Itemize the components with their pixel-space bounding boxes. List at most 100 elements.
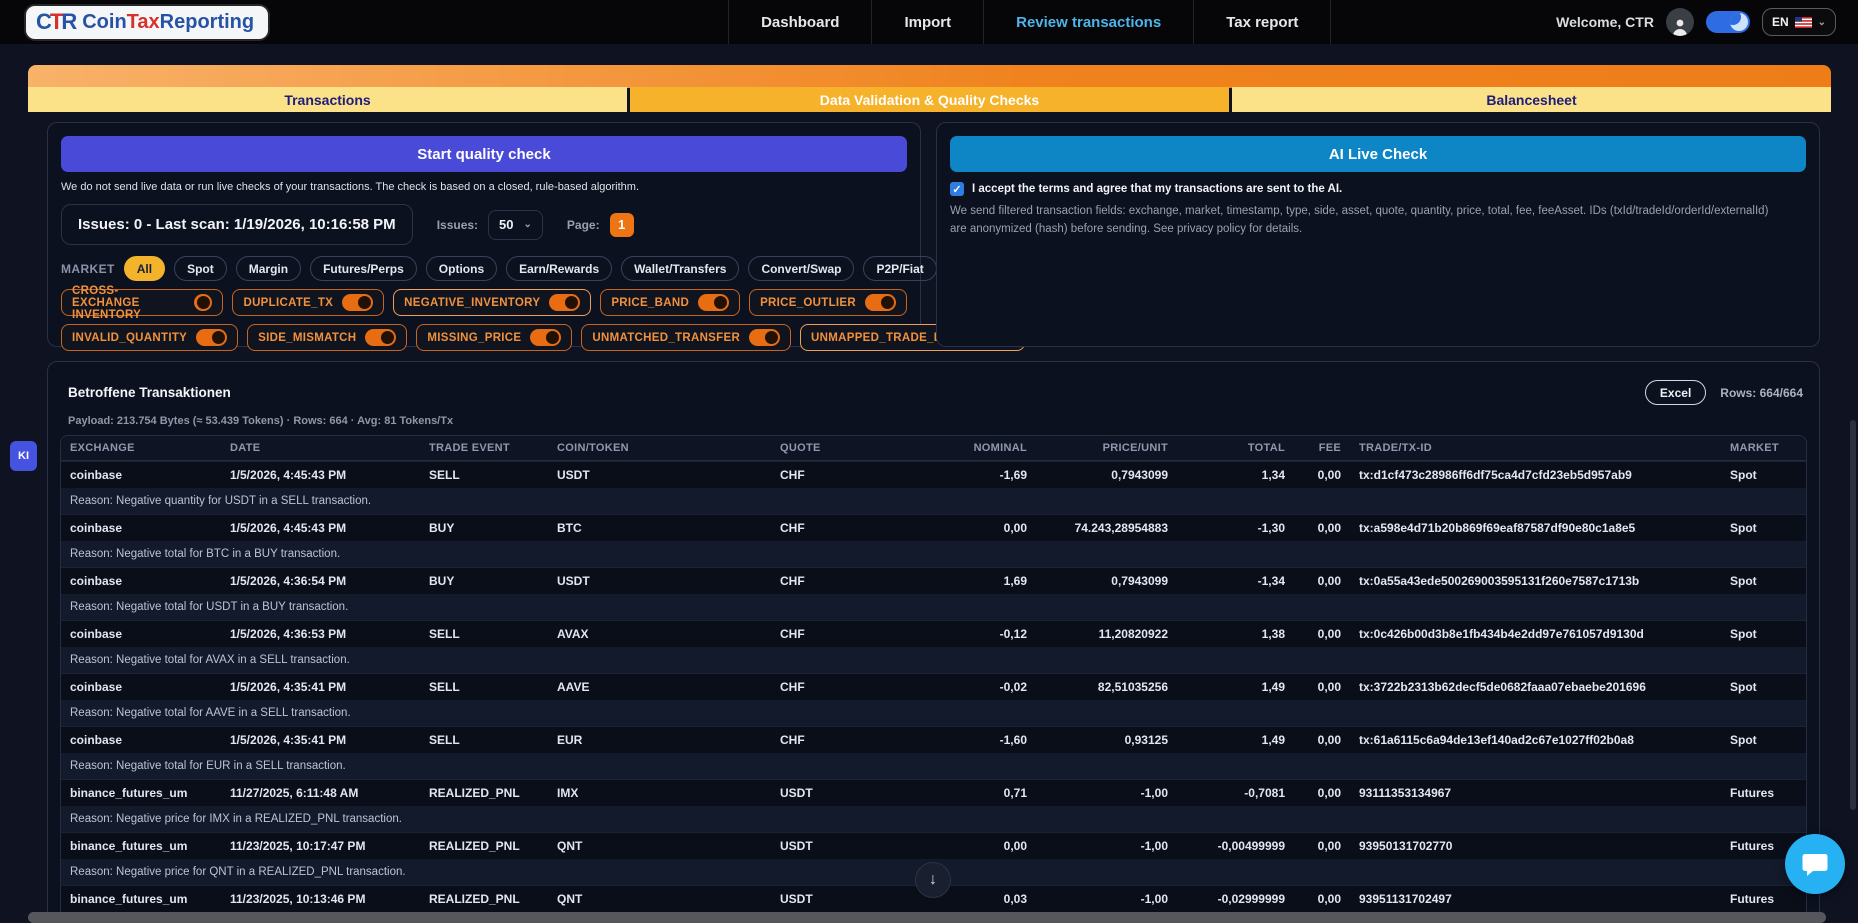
consent-checkbox[interactable]: ✓ (950, 182, 964, 196)
cell-nominal: -1,69 (961, 462, 1036, 488)
reason-row: Reason: Negative total for EUR in a SELL… (61, 753, 1806, 779)
table-row[interactable]: coinbase1/5/2026, 4:45:43 PMSELLUSDTCHF-… (61, 461, 1806, 488)
cell-exchange: coinbase (61, 568, 221, 594)
toggle-switch-on[interactable] (530, 329, 561, 346)
horizontal-scrollbar[interactable] (28, 912, 1826, 923)
table-row[interactable]: coinbase1/5/2026, 4:45:43 PMBUYBTCCHF0,0… (61, 514, 1806, 541)
arrow-down-icon: ↓ (929, 871, 937, 889)
table-row[interactable]: coinbase1/5/2026, 4:36:54 PMBUYUSDTCHF1,… (61, 567, 1806, 594)
cell-quote: CHF (771, 674, 961, 700)
cell-nominal: 1,69 (961, 568, 1036, 594)
toggle-switch-on[interactable] (194, 294, 213, 311)
check-toggle-negative-inventory[interactable]: NEGATIVE_INVENTORY (393, 289, 591, 316)
toggle-knob (212, 331, 225, 344)
check-toggle-price-band[interactable]: PRICE_BAND (600, 289, 740, 316)
dark-mode-toggle[interactable] (1706, 11, 1750, 33)
market-filter-options[interactable]: Options (426, 256, 497, 281)
market-filter-convert-swap[interactable]: Convert/Swap (748, 256, 854, 281)
nav-item-dashboard[interactable]: Dashboard (728, 0, 871, 44)
table-row[interactable]: coinbase1/5/2026, 4:35:41 PMSELLAAVECHF-… (61, 673, 1806, 700)
column-header-total: TOTAL (1177, 436, 1294, 460)
quality-check-panel: Start quality check We do not send live … (47, 122, 921, 347)
nav-item-tax-report[interactable]: Tax report (1193, 0, 1331, 44)
table-header-bar: Betroffene Transaktionen Excel Rows: 664… (60, 374, 1807, 405)
table-row[interactable]: coinbase1/5/2026, 4:36:53 PMSELLAVAXCHF-… (61, 620, 1806, 647)
table-row[interactable]: binance_futures_um11/27/2025, 6:11:48 AM… (61, 779, 1806, 806)
market-filter-spot[interactable]: Spot (174, 256, 227, 281)
cell-fee: 0,00 (1294, 727, 1350, 753)
ki-sidebar-badge[interactable]: KI (10, 441, 37, 471)
cell-txid: 93951131702497 (1350, 886, 1721, 912)
table-row[interactable]: binance_futures_um11/23/2025, 10:17:47 P… (61, 832, 1806, 859)
toggle-knob (381, 331, 394, 344)
brand-logo[interactable]: CTR CoinTaxReporting (26, 6, 268, 39)
cell-nominal: -0,02 (961, 674, 1036, 700)
cell-quote: CHF (771, 462, 961, 488)
toggle-switch-on[interactable] (196, 329, 227, 346)
issues-label: Issues: (437, 218, 478, 232)
check-toggle-price-outlier[interactable]: PRICE_OUTLIER (749, 289, 907, 316)
check-toggle-unmatched-transfer[interactable]: UNMATCHED_TRANSFER (581, 324, 791, 351)
cell-fee: 0,00 (1294, 462, 1350, 488)
cell-exchange: coinbase (61, 727, 221, 753)
cell-nominal: 0,71 (961, 780, 1036, 806)
cell-fee: 0,00 (1294, 515, 1350, 541)
cell-total: -1,30 (1177, 515, 1294, 541)
cell-price: -1,00 (1036, 833, 1177, 859)
column-header-fee: FEE (1294, 436, 1350, 460)
market-filter-wallet-transfers[interactable]: Wallet/Transfers (621, 256, 739, 281)
excel-export-button[interactable]: Excel (1645, 380, 1706, 405)
market-filter-all[interactable]: All (124, 256, 165, 281)
market-filter-p2p-fiat[interactable]: P2P/Fiat (863, 256, 936, 281)
table-title: Betroffene Transaktionen (68, 385, 231, 400)
market-filter-futures-perps[interactable]: Futures/Perps (310, 256, 417, 281)
page-number-badge[interactable]: 1 (610, 213, 634, 237)
tab-data-validation-quality-checks[interactable]: Data Validation & Quality Checks (630, 87, 1229, 112)
chat-widget-button[interactable] (1785, 834, 1845, 894)
consent-row: ✓ I accept the terms and agree that my t… (950, 182, 1806, 196)
cell-event: REALIZED_PNL (420, 833, 548, 859)
check-toggle-duplicate-tx[interactable]: DUPLICATE_TX (232, 289, 384, 316)
cell-nominal: -1,60 (961, 727, 1036, 753)
cell-event: SELL (420, 727, 548, 753)
tab-transactions[interactable]: Transactions (28, 87, 627, 112)
toggle-switch-on[interactable] (698, 294, 729, 311)
nav-item-review-transactions[interactable]: Review transactions (983, 0, 1193, 44)
language-selector[interactable]: EN ⌄ (1762, 8, 1836, 36)
issues-select-value: 50 (499, 217, 513, 232)
check-toggle-side-mismatch[interactable]: SIDE_MISMATCH (247, 324, 407, 351)
cell-coin: AAVE (548, 674, 771, 700)
start-quality-check-button[interactable]: Start quality check (61, 136, 907, 172)
market-filter-margin[interactable]: Margin (236, 256, 301, 281)
check-toggle-cross-exchange-inventory[interactable]: CROSS-EXCHANGE INVENTORY (61, 289, 223, 316)
cell-price: 0,93125 (1036, 727, 1177, 753)
check-toggle-missing-price[interactable]: MISSING_PRICE (416, 324, 572, 351)
cell-coin: AVAX (548, 621, 771, 647)
ai-live-check-button[interactable]: AI Live Check (950, 136, 1806, 172)
nav-item-import[interactable]: Import (871, 0, 983, 44)
market-filter-earn-rewards[interactable]: Earn/Rewards (506, 256, 612, 281)
toggle-switch-on[interactable] (549, 294, 580, 311)
toggle-switch-on[interactable] (365, 329, 396, 346)
cell-date: 1/5/2026, 4:36:54 PM (221, 568, 420, 594)
cell-fee: 0,00 (1294, 780, 1350, 806)
issues-per-page-select[interactable]: 50 ⌄ (488, 210, 543, 240)
cell-coin: BTC (548, 515, 771, 541)
scroll-to-bottom-button[interactable]: ↓ (915, 862, 951, 898)
market-filter-row: MARKET AllSpotMarginFutures/PerpsOptions… (61, 256, 907, 281)
main-content: TransactionsData Validation & Quality Ch… (0, 44, 1858, 923)
check-label: SIDE_MISMATCH (258, 332, 356, 344)
table-row[interactable]: coinbase1/5/2026, 4:35:41 PMSELLEURCHF-1… (61, 726, 1806, 753)
toggle-switch-on[interactable] (749, 329, 780, 346)
user-avatar-icon[interactable] (1666, 8, 1694, 36)
column-header-date: DATE (221, 436, 420, 460)
toggle-switch-on[interactable] (342, 294, 373, 311)
tab-balancesheet[interactable]: Balancesheet (1232, 87, 1831, 112)
check-toggle-invalid-quantity[interactable]: INVALID_QUANTITY (61, 324, 238, 351)
cell-fee: 0,00 (1294, 568, 1350, 594)
cell-event: BUY (420, 515, 548, 541)
toggle-switch-on[interactable] (865, 294, 896, 311)
cell-event: SELL (420, 621, 548, 647)
vertical-scrollbar[interactable] (1850, 420, 1856, 810)
cell-coin: IMX (548, 780, 771, 806)
